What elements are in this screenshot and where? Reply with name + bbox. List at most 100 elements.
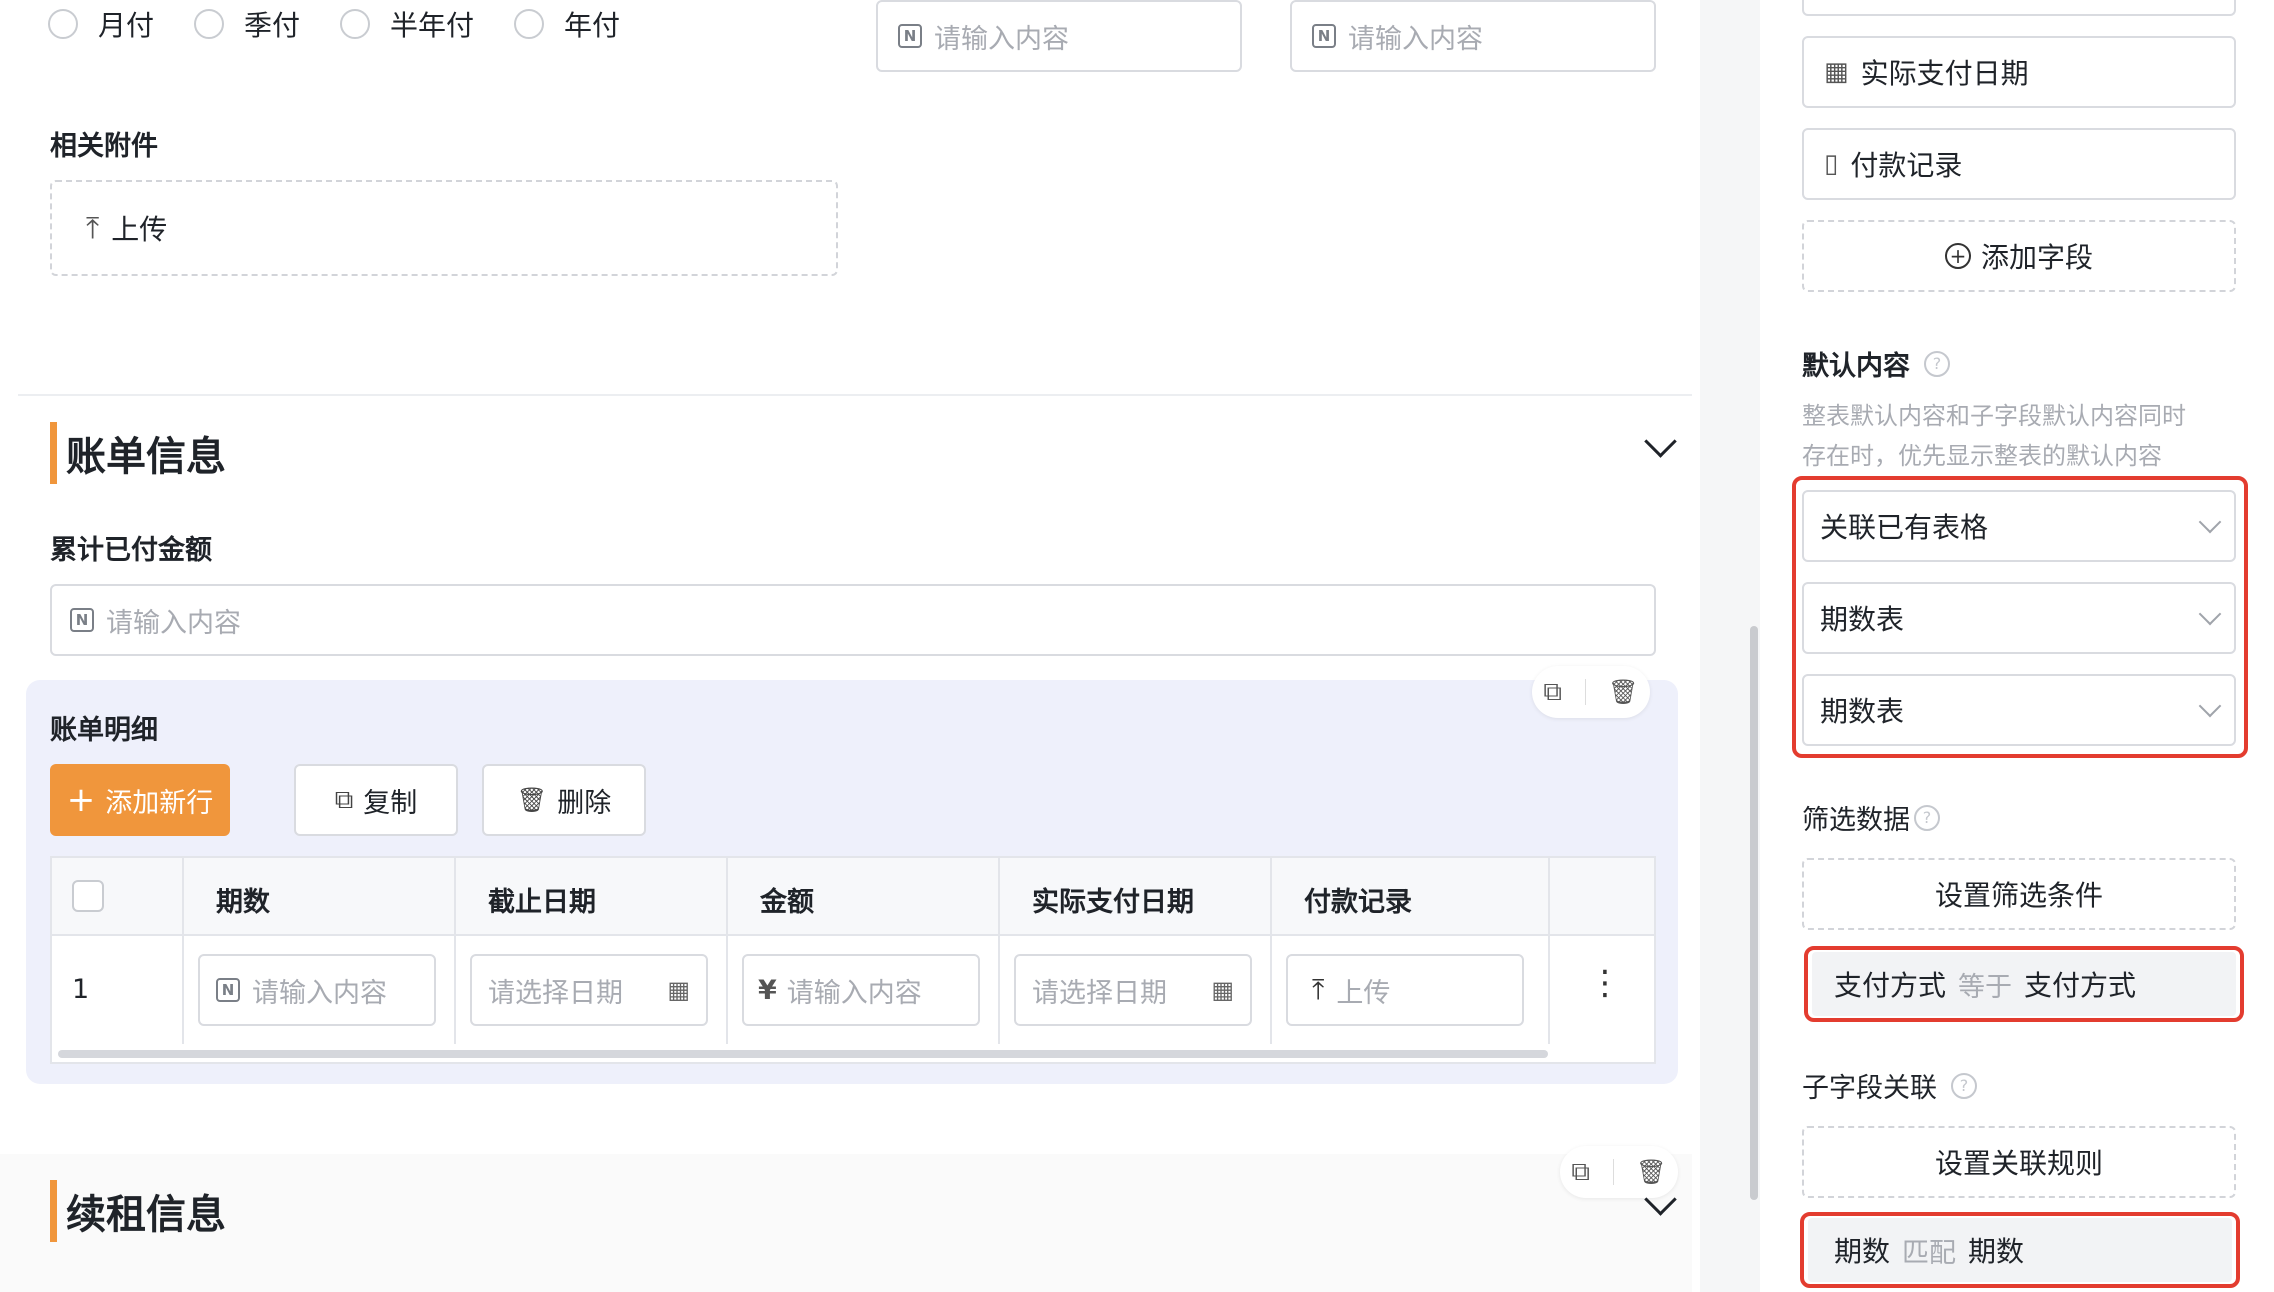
upload-icon: ⤒	[1312, 973, 1325, 1006]
radio-label: 半年付	[390, 9, 475, 42]
divider	[1584, 679, 1586, 705]
help-icon[interactable]: ?	[1951, 1072, 1977, 1099]
currency-icon: ¥	[758, 974, 777, 1006]
add-field-label: 添加字段	[1980, 241, 2093, 274]
divider	[1612, 1159, 1614, 1185]
period-input[interactable]: N 请输入内容	[198, 954, 436, 1026]
record-upload-button[interactable]: ⤒ 上传	[1286, 954, 1524, 1026]
add-field-button[interactable]: + 添加字段	[1802, 220, 2236, 292]
number-field-icon: N	[898, 24, 922, 48]
number-field-icon: N	[1312, 24, 1336, 48]
input-placeholder: 请输入内容	[934, 23, 1069, 55]
input-placeholder: 请选择日期	[1032, 977, 1167, 1009]
column-divider	[726, 858, 728, 1044]
chevron-down-icon	[1644, 425, 1677, 458]
attachments-label: 相关附件	[50, 131, 158, 162]
copy-icon[interactable]: ⧉	[1571, 1157, 1590, 1188]
rule-right-field: 期数	[1968, 1235, 2025, 1268]
collapse-toggle[interactable]	[1644, 1183, 1677, 1216]
amount-input[interactable]: ¥ 请输入内容	[742, 954, 980, 1026]
renew-section-title: 续租信息	[66, 1192, 226, 1238]
rule-operator: 等于	[1958, 971, 2013, 1003]
set-filter-button[interactable]: 设置筛选条件	[1802, 858, 2236, 930]
bill-section-title: 账单信息	[66, 434, 226, 480]
input-placeholder: 请输入内容	[1348, 23, 1483, 55]
calendar-icon: ▦	[667, 976, 690, 1004]
rule-left-field: 期数	[1834, 1235, 1891, 1268]
copy-label: 复制	[363, 787, 418, 819]
default-content-desc-line2: 存在时，优先显示整表的默认内容	[1802, 442, 2162, 470]
link-table-select[interactable]: 关联已有表格	[1802, 490, 2236, 562]
radio-quarterly[interactable]: 季付	[194, 4, 300, 44]
field-label: 实际支付日期	[1860, 57, 2029, 90]
radio-circle	[48, 9, 78, 39]
radio-circle	[194, 9, 225, 39]
deadline-date-picker[interactable]: 请选择日期 ▦	[470, 954, 708, 1026]
column-header-deadline: 截止日期	[488, 887, 596, 918]
radio-yearly[interactable]: 年付	[514, 4, 620, 44]
column-divider	[1270, 858, 1272, 1044]
radio-monthly[interactable]: 月付	[48, 4, 154, 44]
column-divider	[182, 858, 184, 1044]
filter-rule[interactable]: 支付方式 等于 支付方式	[1812, 952, 2236, 1016]
relation-rule[interactable]: 期数 匹配 期数	[1808, 1218, 2232, 1282]
bill-detail-title: 账单明细	[50, 715, 158, 746]
delete-label: 删除	[557, 787, 612, 819]
upload-label: 上传	[1336, 977, 1391, 1009]
chevron-down-icon	[1644, 1183, 1677, 1216]
calendar-icon: ▦	[1211, 976, 1234, 1004]
section-divider	[18, 394, 1692, 396]
add-row-button[interactable]: + 添加新行	[50, 764, 230, 836]
renew-section-bg	[0, 1154, 1692, 1292]
radio-half-year[interactable]: 半年付	[340, 4, 474, 44]
top-text-input-1[interactable]: N 请输入内容	[876, 0, 1242, 72]
upload-label: 上传	[111, 213, 168, 246]
set-relation-button[interactable]: 设置关联规则	[1802, 1126, 2236, 1198]
collapse-toggle[interactable]	[1644, 425, 1677, 458]
rule-right-field: 支付方式	[2024, 969, 2137, 1002]
paid-date-picker[interactable]: 请选择日期 ▦	[1014, 954, 1252, 1026]
input-placeholder: 请选择日期	[488, 977, 623, 1009]
select-value: 期数表	[1820, 695, 1905, 728]
select-value: 关联已有表格	[1820, 511, 1989, 544]
delete-button[interactable]: 🗑 删除	[482, 764, 646, 836]
rule-left-field: 支付方式	[1834, 969, 1947, 1002]
help-icon[interactable]: ?	[1924, 350, 1950, 377]
number-field-icon: N	[70, 608, 94, 632]
set-filter-label: 设置筛选条件	[1934, 879, 2103, 912]
input-placeholder: 请输入内容	[786, 977, 922, 1009]
select-all-checkbox[interactable]	[72, 880, 104, 912]
calendar-icon: ▦	[1824, 57, 1849, 87]
paid-total-input[interactable]: N 请输入内容	[50, 584, 1656, 656]
copy-button[interactable]: ⧉ 复制	[294, 764, 458, 836]
radio-circle	[340, 9, 371, 39]
target-table-select[interactable]: 期数表	[1802, 674, 2236, 746]
field-item-paid-date[interactable]: ▦ 实际支付日期	[1802, 36, 2236, 108]
help-icon[interactable]: ?	[1914, 804, 1940, 831]
plus-icon: +	[66, 780, 96, 820]
section-title: 筛选数据	[1802, 805, 1910, 836]
column-header-payment-record: 付款记录	[1304, 887, 1412, 918]
default-content-desc-line1: 整表默认内容和子字段默认内容同时	[1802, 402, 2186, 430]
table-scrollbar[interactable]	[58, 1050, 1548, 1058]
field-item-payment-record[interactable]: ▯ 付款记录	[1802, 128, 2236, 200]
trash-icon[interactable]: 🗑	[1636, 1158, 1666, 1186]
subfield-relation-title: 子字段关联 ?	[1802, 1066, 1977, 1105]
copy-icon[interactable]: ⧉	[1543, 677, 1562, 708]
plus-circle-icon: +	[1944, 243, 1971, 269]
field-item-partial[interactable]	[1802, 0, 2236, 16]
column-header-amount: 金额	[760, 887, 814, 918]
attachment-upload-area[interactable]: ⤒ 上传	[50, 180, 838, 276]
set-relation-label: 设置关联规则	[1934, 1147, 2103, 1180]
bill-detail-table: 期数 截止日期 金额 实际支付日期 付款记录 1 N 请输入内容 请选择日期 ▦…	[50, 856, 1656, 1064]
page-scrollbar[interactable]	[1750, 626, 1758, 1200]
upload-icon: ⤒	[86, 210, 100, 246]
add-row-label: 添加新行	[105, 787, 214, 819]
section-title: 默认内容	[1802, 351, 1910, 382]
top-text-input-2[interactable]: N 请输入内容	[1290, 0, 1656, 72]
trash-icon[interactable]: 🗑	[1608, 678, 1638, 706]
row-more-icon[interactable]: ⋮	[1588, 966, 1622, 1000]
source-table-select[interactable]: 期数表	[1802, 582, 2236, 654]
select-value: 期数表	[1820, 603, 1905, 636]
input-placeholder: 请输入内容	[252, 977, 387, 1009]
